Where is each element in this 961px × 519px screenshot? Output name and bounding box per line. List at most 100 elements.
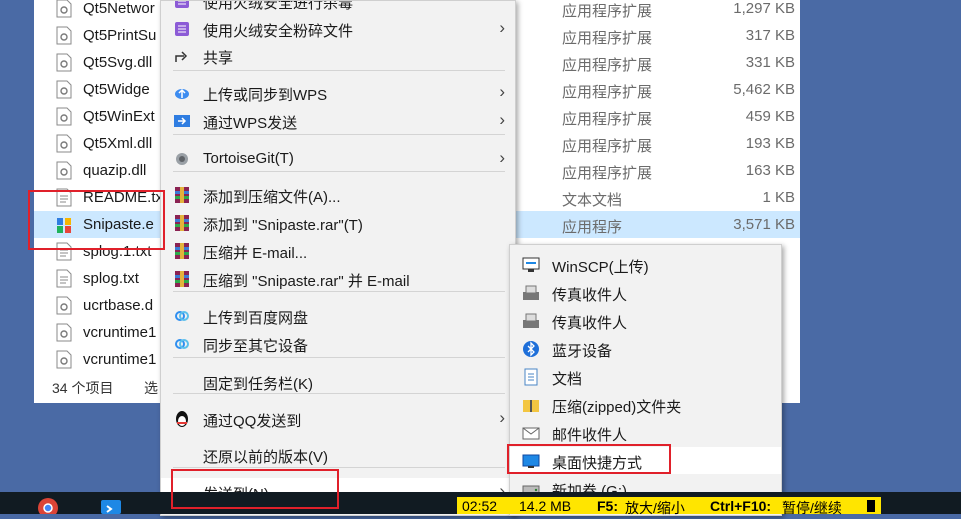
file-type: 文本文档 [562, 192, 623, 209]
context-menu-item[interactable]: 还原以前的版本(V) [161, 441, 515, 468]
tortoisegit-icon [173, 150, 191, 168]
menu-item-label: 文档 [552, 371, 583, 388]
context-menu-item[interactable]: 固定到任务栏(K) [161, 368, 515, 395]
menu-item-label: 同步至其它设备 [203, 338, 309, 355]
menu-item-label: 邮件收件人 [552, 427, 628, 444]
file-size: 163 KB [745, 162, 795, 179]
context-menu-item[interactable]: 通过QQ发送到 › [161, 405, 515, 432]
menu-separator [173, 467, 505, 468]
context-menu-item[interactable]: 添加到 "Snipaste.rar"(T) [161, 209, 515, 236]
screen-recorder-bar: 02:52 14.2 MB F5: 放大/缩小 Ctrl+F10: 暂停/继续 [457, 497, 881, 516]
wps-cloud-upload-icon [173, 84, 191, 102]
selected-count: 选 [144, 380, 158, 396]
f5-key-label: F5: [597, 498, 618, 514]
context-menu-item[interactable]: 压缩并 E-mail... [161, 237, 515, 264]
file-size: 459 KB [745, 108, 795, 125]
file-size: 1 KB [762, 189, 795, 206]
send-to-item[interactable]: 邮件收件人 [510, 419, 781, 446]
context-menu-item[interactable]: 通过WPS发送 › [161, 107, 515, 134]
dll-file-icon [56, 323, 72, 342]
dll-file-icon [56, 350, 72, 369]
text-file-icon [56, 269, 72, 288]
file-size: 317 KB [745, 27, 795, 44]
send-to-item[interactable]: 传真收件人 [510, 307, 781, 334]
f10-key-label: Ctrl+F10: [710, 498, 772, 514]
item-count: 34 个项目 [52, 380, 114, 396]
file-size: 5,462 KB [733, 81, 795, 98]
send-to-item[interactable]: 桌面快捷方式 [510, 447, 781, 474]
menu-item-label: 压缩(zipped)文件夹 [552, 399, 682, 416]
share-icon [173, 47, 191, 65]
send-to-submenu: WinSCP(上传) 传真收件人 传真收件人 蓝牙设备 文档 压缩(zipped)文件夹邮… [509, 244, 782, 516]
text-file-icon [56, 188, 72, 207]
context-menu-item[interactable]: 压缩到 "Snipaste.rar" 并 E-mail [161, 265, 515, 292]
submenu-arrow-icon: › [499, 408, 505, 427]
dll-file-icon [56, 107, 72, 126]
context-menu-item[interactable]: 上传到百度网盘 [161, 302, 515, 329]
file-name: Qt5Svg.dll [83, 54, 153, 71]
menu-item-label: 压缩到 "Snipaste.rar" 并 E-mail [203, 273, 410, 290]
submenu-arrow-icon: › [499, 110, 505, 129]
snipaste-app-icon [56, 215, 72, 234]
file-type: 应用程序 [562, 219, 623, 236]
menu-separator [173, 171, 505, 172]
send-to-item[interactable]: 蓝牙设备 [510, 335, 781, 362]
text-file-icon [56, 242, 72, 261]
bluetooth-icon [522, 340, 540, 358]
context-menu-item[interactable]: 同步至其它设备 [161, 330, 515, 357]
baidu-netdisk-icon [173, 335, 191, 353]
documents-icon [522, 368, 540, 386]
send-to-item[interactable]: 压缩(zipped)文件夹 [510, 391, 781, 418]
huorong-shredder-icon [173, 20, 191, 38]
context-menu-item[interactable]: 添加到压缩文件(A)... [161, 181, 515, 208]
send-to-item[interactable]: WinSCP(上传) [510, 251, 781, 278]
menu-item-label: 固定到任务栏(K) [203, 376, 313, 393]
menu-item-label: 通过WPS发送 [203, 115, 298, 132]
file-type: 应用程序扩展 [562, 57, 653, 74]
file-name: Qt5Widge [83, 81, 150, 98]
file-size: 331 KB [745, 54, 795, 71]
menu-item-label: 通过QQ发送到 [203, 413, 302, 430]
submenu-arrow-icon: › [499, 82, 505, 101]
send-to-item[interactable]: 传真收件人 [510, 279, 781, 306]
menu-item-label: 上传到百度网盘 [203, 310, 309, 327]
dll-file-icon [56, 53, 72, 72]
file-size: 1,297 KB [733, 0, 795, 17]
vscode-icon[interactable] [98, 494, 124, 514]
context-menu-item[interactable]: 使用火绒安全粉碎文件 › [161, 15, 515, 42]
dll-file-icon [56, 296, 72, 315]
context-menu-item[interactable]: 上传或同步到WPS › [161, 79, 515, 106]
file-name: splog.1.txt [83, 243, 152, 260]
winrar-icon [173, 186, 191, 204]
context-menu-item[interactable]: 使用火绒安全进行杀毒 [161, 1, 515, 14]
zip-folder-icon [522, 396, 540, 414]
winrar-icon [173, 242, 191, 260]
menu-separator [173, 134, 505, 135]
mail-icon [522, 424, 540, 442]
context-menu-item[interactable]: TortoiseGit(T) › [161, 145, 515, 172]
recording-size: 14.2 MB [519, 498, 572, 514]
menu-item-label: 桌面快捷方式 [552, 455, 643, 472]
file-size: 3,571 KB [733, 216, 795, 233]
file-type: 应用程序扩展 [562, 165, 653, 182]
stop-icon[interactable] [867, 500, 875, 512]
chrome-icon[interactable] [35, 494, 61, 518]
menu-item-label: 使用火绒安全粉碎文件 [203, 23, 354, 40]
submenu-arrow-icon: › [499, 148, 505, 167]
recording-time: 02:52 [462, 498, 498, 514]
menu-item-label: 压缩并 E-mail... [203, 245, 308, 262]
context-menu-item[interactable]: 共享 [161, 42, 515, 69]
file-name: splog.txt [83, 270, 139, 287]
file-type: 应用程序扩展 [562, 3, 653, 20]
status-bar: 34 个项目 选 [52, 378, 158, 398]
context-menu: 使用火绒安全进行杀毒 使用火绒安全粉碎文件 › 共享 上传或同步到WPS › 通过WPS发送… [160, 0, 516, 516]
menu-separator [173, 291, 505, 292]
menu-separator [173, 357, 505, 358]
send-to-item[interactable]: 文档 [510, 363, 781, 390]
menu-item-label: 传真收件人 [552, 315, 628, 332]
menu-item-label: 蓝牙设备 [552, 343, 613, 360]
menu-separator [173, 70, 505, 71]
file-name: vcruntime1 [83, 324, 157, 341]
file-type: 应用程序扩展 [562, 138, 653, 155]
menu-item-label: 添加到压缩文件(A)... [203, 189, 341, 206]
